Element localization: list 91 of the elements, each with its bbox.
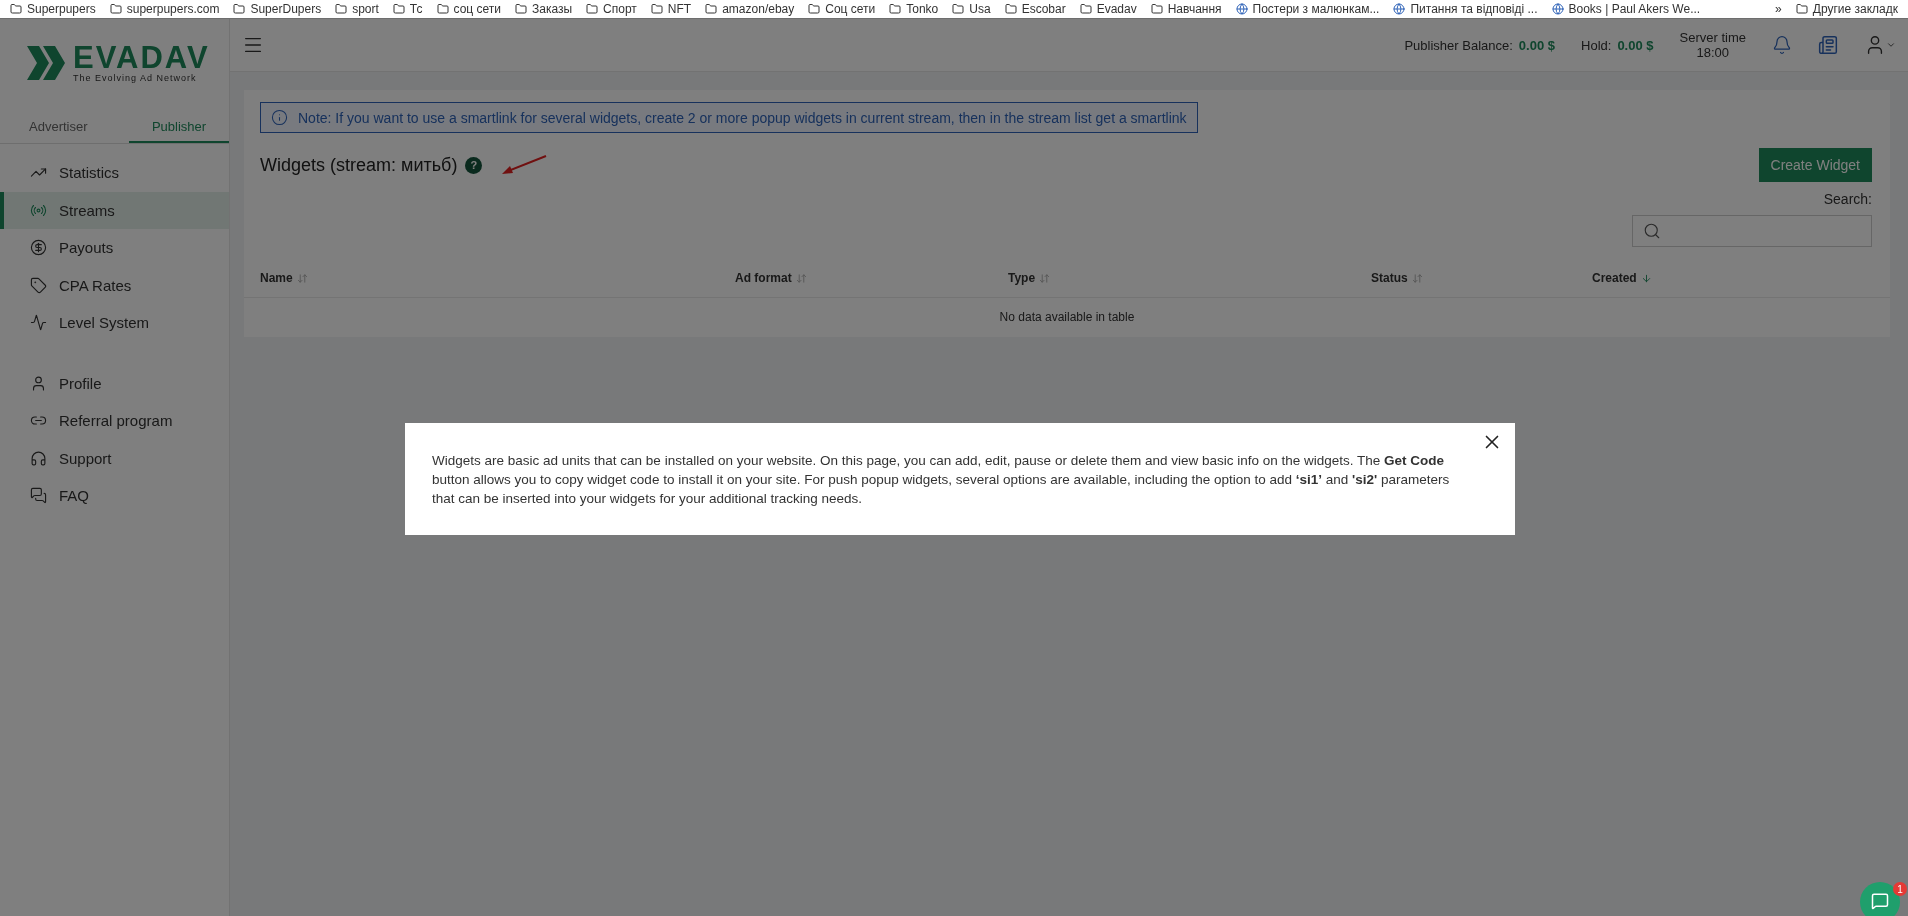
headset-icon — [30, 449, 47, 467]
folder-icon — [1004, 3, 1017, 15]
folder-icon — [109, 3, 122, 15]
search-label: Search: — [1823, 191, 1872, 207]
sidebar-item[interactable]: Payouts — [0, 229, 229, 267]
bookmark[interactable]: amazon/ebay — [705, 2, 795, 16]
sidebar-item[interactable]: Streams — [0, 191, 229, 229]
news-button[interactable] — [1818, 35, 1838, 55]
sidebar-item[interactable]: Statistics — [0, 154, 229, 192]
folder-icon — [10, 3, 22, 15]
sidebar-item[interactable]: Support — [0, 439, 229, 477]
page-title: Widgets (stream: митьб) — [260, 154, 458, 176]
folder-icon — [515, 3, 527, 15]
folder-icon — [1150, 3, 1163, 15]
column-header[interactable]: Ad format — [735, 271, 1008, 285]
bookmark[interactable]: superpupers.com — [109, 2, 220, 16]
sort-icon — [296, 272, 308, 284]
bookmark[interactable]: Соц сети — [808, 2, 876, 16]
sort-icon — [1411, 272, 1423, 284]
sidebar-item[interactable]: CPA Rates — [0, 266, 229, 304]
line-chart-icon — [30, 314, 47, 332]
folder-icon — [586, 3, 599, 15]
folder-icon — [650, 3, 663, 15]
globe-icon — [1551, 3, 1564, 15]
folder-icon — [1079, 3, 1092, 15]
tag-icon — [30, 276, 47, 294]
bookmark[interactable]: Спорт — [586, 2, 637, 16]
bookmark[interactable]: Заказы — [515, 2, 573, 16]
chat-button[interactable] — [1860, 882, 1900, 916]
more-bookmarks[interactable]: » — [1775, 2, 1782, 16]
sort-icon — [1039, 272, 1051, 284]
note-text: Note: If you want to use a smartlink for several widgets, create 2 or more popup widgets in current stream, then in the stream list get a smartlink — [298, 109, 1187, 126]
sort-icon — [795, 272, 807, 284]
bookmark[interactable]: NFT — [650, 2, 692, 16]
bookmark[interactable]: SuperDupers — [233, 2, 322, 16]
search-field[interactable] — [1632, 215, 1872, 247]
bookmark[interactable]: Tonko — [889, 2, 939, 16]
globe-icon — [1393, 3, 1406, 15]
bookmark[interactable]: соц сети — [436, 2, 501, 16]
sidebar-item[interactable]: Level System — [0, 304, 229, 342]
hold-value: 0.00 $ — [1617, 37, 1654, 53]
balance-value: 0.00 $ — [1518, 37, 1555, 53]
column-header[interactable]: Created — [1592, 271, 1890, 285]
hold-label: Hold: — [1581, 37, 1612, 53]
folder-icon — [705, 3, 718, 15]
dollar-icon — [30, 239, 47, 257]
sort-desc-icon — [1640, 272, 1652, 284]
column-header[interactable]: Status — [1371, 271, 1592, 285]
caret-icon — [1886, 40, 1896, 50]
user-icon — [30, 374, 47, 392]
folder-icon — [1795, 3, 1808, 15]
bookmark[interactable]: Другие закладк — [1795, 2, 1898, 16]
bookmark[interactable]: Evadav — [1079, 2, 1137, 16]
info-icon — [271, 109, 288, 126]
folder-icon — [233, 3, 246, 15]
folder-icon — [436, 3, 449, 15]
dialog-text: Widgets are basic ad units that can be installed on your website. On this page, you can add, edit, pause or delete them and view basic info on the widgets. The Get Code button allows you to copy widget code to install it on your site. For push popup widgets, several options are available, including the option to add ‘si1’ and 'si2' parameters that can be inserted into your widgets for your additional tracking needs. — [432, 452, 1451, 508]
chat-icon — [30, 487, 47, 505]
notification-badge: 1 — [1893, 882, 1907, 896]
bookmark[interactable]: Books | Paul Akers We... — [1551, 2, 1701, 16]
bookmark[interactable]: Escobar — [1004, 2, 1066, 16]
annotation-arrow — [500, 154, 548, 176]
folder-icon — [808, 3, 821, 15]
column-header[interactable]: Type — [1008, 271, 1371, 285]
bookmark[interactable]: sport — [335, 2, 379, 16]
sidebar-item[interactable]: Referral program — [0, 402, 229, 440]
logo-tagline: The Evolving Ad Network — [73, 72, 198, 83]
notifications-button[interactable] — [1772, 35, 1792, 55]
bookmark[interactable]: Постери з малюнкам... — [1235, 2, 1380, 16]
globe-icon — [1235, 3, 1248, 15]
folder-icon — [392, 3, 405, 15]
empty-table-message: No data available in table — [998, 309, 1136, 326]
bookmark[interactable]: Питання та відповіді ... — [1393, 2, 1538, 16]
sidebar-item[interactable]: FAQ — [0, 477, 229, 515]
bookmark[interactable]: Superpupers — [10, 2, 96, 16]
bookmark[interactable]: Тс — [392, 2, 423, 16]
search-icon — [1643, 222, 1661, 240]
bookmark[interactable]: Навчання — [1150, 2, 1222, 16]
help-icon[interactable]: ? — [465, 156, 483, 174]
balance-label: Publisher Balance: — [1404, 37, 1513, 53]
server-time: 18:00 — [1696, 45, 1730, 60]
server-time-label: Server time — [1679, 30, 1746, 45]
logo-name: EVADAV — [73, 42, 210, 73]
bookmark[interactable]: Usa — [952, 2, 991, 16]
folder-icon — [952, 3, 965, 15]
folder-icon — [889, 3, 902, 15]
sidebar-item[interactable]: Profile — [0, 364, 229, 402]
logo-chevrons-icon — [27, 45, 67, 80]
column-header[interactable]: Name — [260, 271, 735, 285]
chat-icon — [1871, 892, 1889, 910]
folder-icon — [335, 3, 348, 15]
